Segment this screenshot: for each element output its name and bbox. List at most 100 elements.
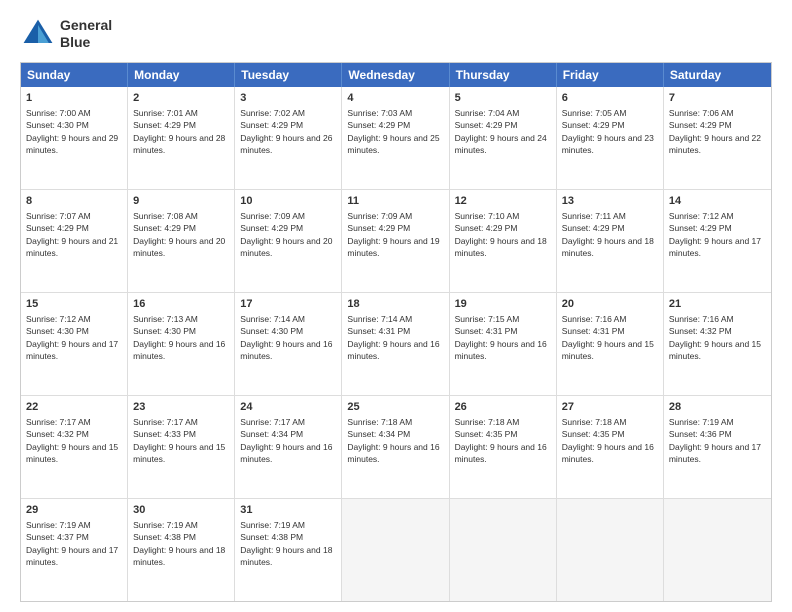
daylight: Daylight: 9 hours and 20 minutes. — [240, 236, 332, 258]
day-number: 7 — [669, 91, 766, 106]
daylight: Daylight: 9 hours and 16 minutes. — [347, 339, 439, 361]
sunset: Sunset: 4:29 PM — [240, 120, 303, 130]
calendar-day-17: 17Sunrise: 7:14 AMSunset: 4:30 PMDayligh… — [235, 293, 342, 395]
sunset: Sunset: 4:29 PM — [455, 120, 518, 130]
weekday-header-wednesday: Wednesday — [342, 63, 449, 87]
daylight: Daylight: 9 hours and 16 minutes. — [455, 442, 547, 464]
logo-icon — [20, 16, 56, 52]
sunrise: Sunrise: 7:06 AM — [669, 108, 734, 118]
sunset: Sunset: 4:31 PM — [347, 326, 410, 336]
day-number: 16 — [133, 297, 229, 312]
sunrise: Sunrise: 7:00 AM — [26, 108, 91, 118]
daylight: Daylight: 9 hours and 15 minutes. — [669, 339, 761, 361]
sunrise: Sunrise: 7:14 AM — [240, 314, 305, 324]
calendar-row-4: 22Sunrise: 7:17 AMSunset: 4:32 PMDayligh… — [21, 395, 771, 498]
sunrise: Sunrise: 7:09 AM — [240, 211, 305, 221]
sunset: Sunset: 4:37 PM — [26, 532, 89, 542]
day-number: 25 — [347, 400, 443, 415]
daylight: Daylight: 9 hours and 26 minutes. — [240, 133, 332, 155]
day-number: 12 — [455, 194, 551, 209]
day-number: 29 — [26, 503, 122, 518]
sunset: Sunset: 4:29 PM — [347, 223, 410, 233]
daylight: Daylight: 9 hours and 25 minutes. — [347, 133, 439, 155]
daylight: Daylight: 9 hours and 17 minutes. — [26, 545, 118, 567]
sunset: Sunset: 4:29 PM — [133, 120, 196, 130]
calendar-day-8: 8 Sunrise: 7:07 AM Sunset: 4:29 PM Daylight… — [21, 190, 128, 292]
day-number: 8 — [26, 194, 122, 209]
day-number: 15 — [26, 297, 122, 312]
logo: General Blue — [20, 16, 112, 52]
calendar-day-29: 29Sunrise: 7:19 AMSunset: 4:37 PMDayligh… — [21, 499, 128, 601]
calendar-day-14: 14Sunrise: 7:12 AMSunset: 4:29 PMDayligh… — [664, 190, 771, 292]
daylight: Daylight: 9 hours and 15 minutes. — [133, 442, 225, 464]
sunset: Sunset: 4:36 PM — [669, 429, 732, 439]
sunrise: Sunrise: 7:15 AM — [455, 314, 520, 324]
calendar-header: SundayMondayTuesdayWednesdayThursdayFrid… — [21, 63, 771, 87]
calendar-day-6: 6Sunrise: 7:05 AMSunset: 4:29 PMDaylight… — [557, 87, 664, 189]
daylight: Daylight: 9 hours and 18 minutes. — [133, 545, 225, 567]
daylight: Daylight: 9 hours and 18 minutes. — [240, 545, 332, 567]
daylight: Daylight: 9 hours and 23 minutes. — [562, 133, 654, 155]
sunset: Sunset: 4:31 PM — [455, 326, 518, 336]
daylight: Daylight: 9 hours and 28 minutes. — [133, 133, 225, 155]
day-number: 14 — [669, 194, 766, 209]
day-number: 9 — [133, 194, 229, 209]
daylight: Daylight: 9 hours and 17 minutes. — [669, 236, 761, 258]
sunrise: Sunrise: 7:19 AM — [669, 417, 734, 427]
calendar-day-2: 2Sunrise: 7:01 AMSunset: 4:29 PMDaylight… — [128, 87, 235, 189]
sunrise: Sunrise: 7:10 AM — [455, 211, 520, 221]
day-number: 20 — [562, 297, 658, 312]
sunrise: Sunrise: 7:07 AM — [26, 211, 91, 221]
sunrise: Sunrise: 7:11 AM — [562, 211, 626, 221]
sunset: Sunset: 4:29 PM — [26, 223, 89, 233]
sunrise: Sunrise: 7:17 AM — [26, 417, 91, 427]
sunset: Sunset: 4:29 PM — [133, 223, 196, 233]
daylight: Daylight: 9 hours and 16 minutes. — [562, 442, 654, 464]
calendar-day-7: 7Sunrise: 7:06 AMSunset: 4:29 PMDaylight… — [664, 87, 771, 189]
sunrise: Sunrise: 7:16 AM — [562, 314, 627, 324]
sunset: Sunset: 4:34 PM — [347, 429, 410, 439]
sunset: Sunset: 4:34 PM — [240, 429, 303, 439]
calendar-row-2: 8 Sunrise: 7:07 AM Sunset: 4:29 PM Daylight… — [21, 189, 771, 292]
day-number: 30 — [133, 503, 229, 518]
calendar-day-16: 16Sunrise: 7:13 AMSunset: 4:30 PMDayligh… — [128, 293, 235, 395]
sunrise: Sunrise: 7:08 AM — [133, 211, 198, 221]
calendar-day-12: 12Sunrise: 7:10 AMSunset: 4:29 PMDayligh… — [450, 190, 557, 292]
day-number: 18 — [347, 297, 443, 312]
sunrise: Sunrise: 7:03 AM — [347, 108, 412, 118]
sunset: Sunset: 4:29 PM — [562, 120, 625, 130]
day-number: 19 — [455, 297, 551, 312]
calendar-row-3: 15Sunrise: 7:12 AMSunset: 4:30 PMDayligh… — [21, 292, 771, 395]
day-number: 21 — [669, 297, 766, 312]
calendar-day-25: 25Sunrise: 7:18 AMSunset: 4:34 PMDayligh… — [342, 396, 449, 498]
calendar-day-4: 4 Sunrise: 7:03 AM Sunset: 4:29 PM Daylight… — [342, 87, 449, 189]
weekday-header-saturday: Saturday — [664, 63, 771, 87]
weekday-header-tuesday: Tuesday — [235, 63, 342, 87]
calendar-day-22: 22Sunrise: 7:17 AMSunset: 4:32 PMDayligh… — [21, 396, 128, 498]
day-number: 13 — [562, 194, 658, 209]
day-number: 4 — [347, 91, 443, 106]
weekday-header-thursday: Thursday — [450, 63, 557, 87]
sunset: Sunset: 4:35 PM — [455, 429, 518, 439]
daylight: Daylight: 9 hours and 16 minutes. — [240, 339, 332, 361]
sunrise: Sunrise: 7:18 AM — [347, 417, 412, 427]
calendar-day-27: 27Sunrise: 7:18 AMSunset: 4:35 PMDayligh… — [557, 396, 664, 498]
weekday-header-friday: Friday — [557, 63, 664, 87]
sunset: Sunset: 4:32 PM — [26, 429, 89, 439]
day-number: 6 — [562, 91, 658, 106]
calendar-day-18: 18 Sunrise: 7:14 AM Sunset: 4:31 PM Dayligh… — [342, 293, 449, 395]
daylight: Daylight: 9 hours and 16 minutes. — [240, 442, 332, 464]
daylight: Daylight: 9 hours and 19 minutes. — [347, 236, 439, 258]
calendar-day-empty — [664, 499, 771, 601]
sunset: Sunset: 4:32 PM — [669, 326, 732, 336]
sunset: Sunset: 4:30 PM — [133, 326, 196, 336]
sunrise: Sunrise: 7:14 AM — [347, 314, 412, 324]
daylight: Daylight: 9 hours and 17 minutes. — [669, 442, 761, 464]
page: General Blue SundayMondayTuesdayWednesda… — [0, 0, 792, 612]
sunset: Sunset: 4:29 PM — [347, 120, 410, 130]
calendar-day-19: 19Sunrise: 7:15 AMSunset: 4:31 PMDayligh… — [450, 293, 557, 395]
sunset: Sunset: 4:29 PM — [669, 120, 732, 130]
daylight: Daylight: 9 hours and 21 minutes. — [26, 236, 118, 258]
logo-text: General Blue — [60, 17, 112, 51]
calendar-day-empty — [450, 499, 557, 601]
